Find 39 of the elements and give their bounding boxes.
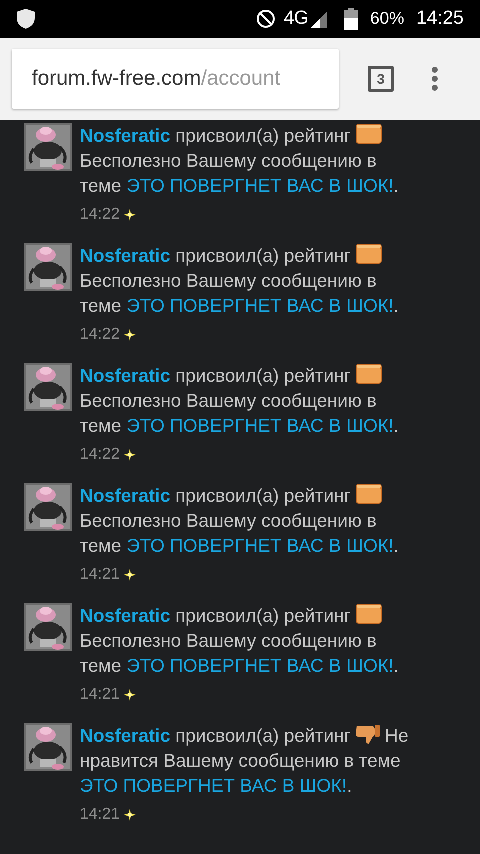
thread-link[interactable]: ЭТО ПОВЕРГНЕТ ВАС В ШОК! (126, 295, 394, 316)
battery-level: 60% (370, 8, 404, 30)
user-link[interactable]: Nosferatic (80, 125, 170, 146)
user-link[interactable]: Nosferatic (80, 485, 170, 506)
thumbs-down-icon (355, 723, 381, 745)
address-bar[interactable]: forum.fw-free.com/account (12, 49, 339, 109)
do-not-disturb-icon (256, 9, 276, 29)
alert-text: Nosferatic присвоил(а) рейтинг Бесполезно Вашему сообщению в теме ЭТО ПОВЕРГНЕТ ВАС В ШОК!. (80, 243, 400, 318)
alert-time: 14:22 (80, 206, 120, 224)
alert-text: Nosferatic присвоил(а) рейтинг Бесполезно Вашему сообщению в теме ЭТО ПОВЕРГНЕТ ВАС В ШОК!. (80, 603, 400, 678)
alert-time: 14:21 (80, 566, 120, 584)
clock: 14:25 (416, 6, 464, 31)
thread-link[interactable]: ЭТО ПОВЕРГНЕТ ВАС В ШОК! (126, 415, 394, 436)
menu-icon[interactable] (431, 66, 439, 92)
user-link[interactable]: Nosferatic (80, 245, 170, 266)
network-type: 4G (284, 6, 308, 31)
box-icon (355, 363, 383, 385)
thread-link[interactable]: ЭТО ПОВЕРГНЕТ ВАС В ШОК! (126, 535, 394, 556)
thread-link[interactable]: ЭТО ПОВЕРГНЕТ ВАС В ШОК! (80, 775, 348, 796)
user-link[interactable]: Nosferatic (80, 605, 170, 626)
alert-time: 14:21 (80, 686, 120, 704)
shield-icon (16, 8, 36, 30)
alert-time: 14:22 (80, 326, 120, 344)
user-link[interactable]: Nosferatic (80, 365, 170, 386)
user-link[interactable]: Nosferatic (80, 725, 170, 746)
thread-link[interactable]: ЭТО ПОВЕРГНЕТ ВАС В ШОК! (126, 655, 394, 676)
thread-link[interactable]: ЭТО ПОВЕРГНЕТ ВАС В ШОК! (126, 175, 394, 196)
box-icon (355, 123, 383, 145)
alert-text: Nosferatic присвоил(а) рейтинг Не нравится Вашему сообщению в теме ЭТО ПОВЕРГНЕТ ВАС В ШОК!. (80, 723, 410, 798)
box-icon (355, 243, 383, 265)
box-icon (355, 603, 383, 625)
alert-time: 14:21 (80, 806, 120, 824)
alert-time: 14:22 (80, 446, 120, 464)
alert-text: Nosferatic присвоил(а) рейтинг Бесполезно Вашему сообщению в теме ЭТО ПОВЕРГНЕТ ВАС В ШОК!. (80, 483, 400, 558)
tab-switcher-button[interactable]: 3 (368, 66, 394, 92)
box-icon (355, 483, 383, 505)
battery-icon (344, 8, 358, 30)
alert-text: Nosferatic присвоил(а) рейтинг Бесполезно Вашему сообщению в теме ЭТО ПОВЕРГНЕТ ВАС В ШОК!. (80, 363, 400, 438)
alert-text: Nosferatic присвоил(а) рейтинг Бесполезно Вашему сообщению в теме ЭТО ПОВЕРГНЕТ ВАС В ШОК!. (80, 123, 400, 198)
